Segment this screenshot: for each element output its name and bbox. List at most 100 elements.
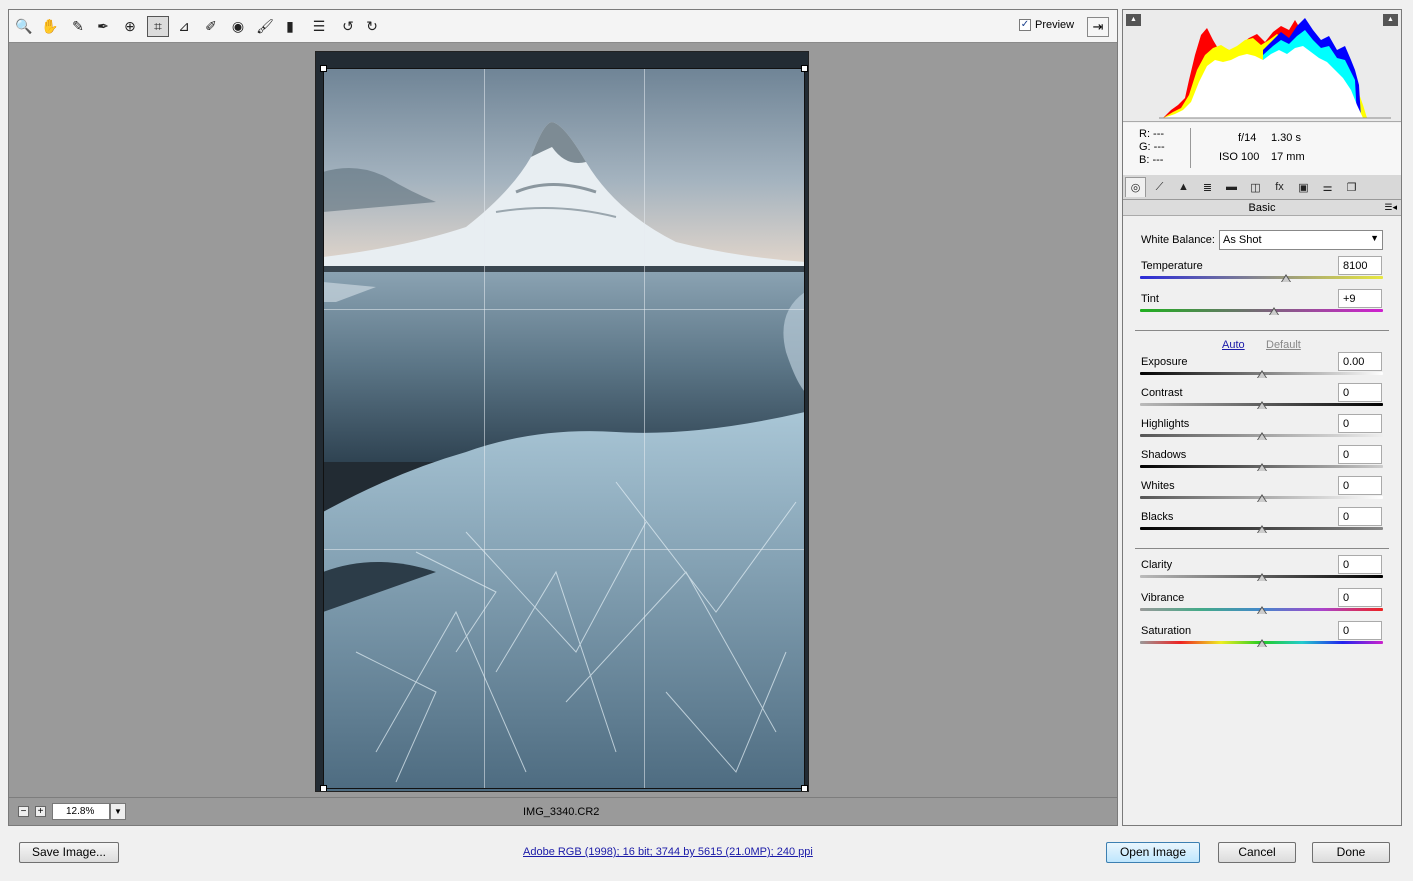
- default-link[interactable]: Default: [1266, 339, 1301, 351]
- camera-calibration-tab-icon[interactable]: ▣: [1293, 177, 1314, 197]
- detail-tab-icon[interactable]: ▲: [1173, 177, 1194, 197]
- blacks-label: Blacks: [1141, 511, 1174, 523]
- snapshots-tab-icon[interactable]: ❐: [1341, 177, 1362, 197]
- open-image-button[interactable]: Open Image: [1106, 842, 1200, 863]
- spot-removal-icon[interactable]: ✐: [200, 16, 222, 37]
- graduated-filter-icon[interactable]: ▮: [279, 16, 301, 37]
- whites-label: Whites: [1141, 480, 1175, 492]
- zoom-out-icon[interactable]: −: [18, 806, 29, 817]
- contrast-value-field[interactable]: 0: [1338, 383, 1382, 402]
- contrast-slider-thumb[interactable]: [1256, 401, 1267, 409]
- blacks-value-field[interactable]: 0: [1338, 507, 1382, 526]
- tint-value-field[interactable]: +9: [1338, 289, 1382, 308]
- exposure-slider-thumb[interactable]: [1256, 370, 1267, 378]
- shadows-value-field[interactable]: 0: [1338, 445, 1382, 464]
- photo-preview[interactable]: [315, 51, 809, 792]
- shutter-value: 1.30 s: [1271, 132, 1301, 144]
- preview-checkbox[interactable]: ✓: [1019, 19, 1031, 31]
- whites-slider-thumb[interactable]: [1256, 494, 1267, 502]
- auto-link[interactable]: Auto: [1222, 339, 1245, 351]
- shadows-label: Shadows: [1141, 449, 1187, 461]
- fullscreen-icon[interactable]: ⇥: [1087, 17, 1109, 37]
- eyedropper-icon[interactable]: ✎: [67, 16, 89, 37]
- preview-label: Preview: [1035, 19, 1075, 31]
- white-balance-label: White Balance:: [1141, 234, 1215, 246]
- whites-value-field[interactable]: 0: [1338, 476, 1382, 495]
- temperature-value-field[interactable]: 8100: [1338, 256, 1382, 275]
- red-eye-icon[interactable]: ◉: [227, 16, 249, 37]
- landscape-photo: [316, 52, 808, 791]
- clarity-label: Clarity: [1141, 559, 1173, 571]
- magnifier-icon[interactable]: 🔍: [13, 16, 35, 37]
- presets-tab-icon[interactable]: ⚌: [1317, 177, 1338, 197]
- hsl-tab-icon[interactable]: ≣: [1197, 177, 1218, 197]
- panel-title: Basic: [1248, 202, 1276, 214]
- divider: [1135, 330, 1389, 331]
- tint-label: Tint: [1141, 293, 1159, 305]
- effects-tab-icon[interactable]: fx: [1269, 177, 1290, 197]
- clarity-value-field[interactable]: 0: [1338, 555, 1382, 574]
- adjustments-panel: ▲ ▲ R: --- G: --- B: --- f/14 1.30 s ISO…: [1122, 9, 1402, 826]
- target-adjust-icon[interactable]: ⊕: [119, 16, 141, 37]
- clarity-slider-thumb[interactable]: [1256, 573, 1267, 581]
- white-balance-value: As Shot: [1223, 234, 1262, 246]
- histogram: ▲ ▲: [1123, 10, 1401, 122]
- aperture-value: f/14: [1238, 132, 1257, 144]
- exposure-value-field[interactable]: 0.00: [1338, 352, 1382, 371]
- exposure-label: Exposure: [1141, 356, 1188, 368]
- preview-toggle[interactable]: ✓ Preview: [1019, 19, 1074, 31]
- vibrance-label: Vibrance: [1141, 592, 1185, 604]
- white-balance-select[interactable]: As Shot ▼: [1219, 230, 1383, 250]
- vibrance-slider-thumb[interactable]: [1256, 606, 1267, 614]
- hand-icon[interactable]: ✋: [39, 16, 61, 37]
- tone-curve-tab-icon[interactable]: ⟋: [1149, 177, 1170, 197]
- zoom-dropdown-icon[interactable]: ▼: [110, 803, 126, 820]
- blue-readout: B: ---: [1139, 154, 1164, 166]
- blacks-slider-thumb[interactable]: [1256, 525, 1267, 533]
- divider: [1135, 548, 1389, 549]
- zoom-in-icon[interactable]: +: [35, 806, 46, 817]
- cancel-button[interactable]: Cancel: [1218, 842, 1296, 863]
- saturation-slider-thumb[interactable]: [1256, 639, 1267, 647]
- brush-icon[interactable]: 🖌: [254, 16, 276, 37]
- workflow-options-link[interactable]: Adobe RGB (1998); 16 bit; 3744 by 5615 (…: [523, 846, 813, 858]
- status-bar: − + 12.8% ▼ IMG_3340.CR2: [9, 797, 1117, 825]
- zoom-level-field[interactable]: 12.8%: [52, 803, 110, 820]
- saturation-label: Saturation: [1141, 625, 1192, 637]
- rotate-cw-icon[interactable]: ↻: [361, 16, 383, 37]
- dropdown-arrow-icon: ▼: [1370, 233, 1379, 243]
- split-toning-tab-icon[interactable]: ▬: [1221, 177, 1242, 197]
- highlights-value-field[interactable]: 0: [1338, 414, 1382, 433]
- straighten-icon[interactable]: ⊿: [173, 16, 195, 37]
- temperature-label: Temperature: [1141, 260, 1203, 272]
- temperature-slider-track[interactable]: [1140, 276, 1383, 279]
- panel-menu-icon[interactable]: ☰◂: [1384, 202, 1397, 213]
- divider: [1190, 128, 1191, 168]
- temperature-slider-thumb[interactable]: [1280, 274, 1291, 282]
- done-button[interactable]: Done: [1312, 842, 1390, 863]
- tool-bar: 🔍 ✋ ✎ ✒ ⊕ ⌗ ⊿ ✐ ◉ 🖌 ▮ ☰ ↺ ↻ ✓ Preview ⇥: [9, 10, 1117, 43]
- saturation-value-field[interactable]: 0: [1338, 621, 1382, 640]
- crop-icon[interactable]: ⌗: [147, 16, 169, 37]
- panel-tab-bar: ◎ ⟋ ▲ ≣ ▬ ◫ fx ▣ ⚌ ❐: [1123, 175, 1401, 200]
- rotate-ccw-icon[interactable]: ↺: [337, 16, 359, 37]
- contrast-label: Contrast: [1141, 387, 1183, 399]
- lens-corrections-tab-icon[interactable]: ◫: [1245, 177, 1266, 197]
- list-icon[interactable]: ☰: [308, 16, 330, 37]
- panel-header: Basic ☰◂: [1123, 200, 1401, 216]
- image-canvas[interactable]: [9, 44, 1117, 797]
- shadows-slider-thumb[interactable]: [1256, 463, 1267, 471]
- save-image-button[interactable]: Save Image...: [19, 842, 119, 863]
- basic-tab-icon[interactable]: ◎: [1125, 177, 1146, 197]
- color-sampler-icon[interactable]: ✒: [92, 16, 114, 37]
- vibrance-value-field[interactable]: 0: [1338, 588, 1382, 607]
- highlights-label: Highlights: [1141, 418, 1190, 430]
- image-workspace: 🔍✋ ✎✒⊕ ⌗⊿✐◉🖌▮ ☰ ↺↻ ✓ Preview ⇥: [8, 9, 1118, 826]
- highlights-slider-thumb[interactable]: [1256, 432, 1267, 440]
- iso-value: ISO 100: [1219, 151, 1260, 163]
- histogram-graph: [1159, 18, 1391, 119]
- red-readout: R: ---: [1139, 128, 1165, 140]
- tint-slider-thumb[interactable]: [1268, 307, 1279, 315]
- focal-length-value: 17 mm: [1271, 151, 1305, 163]
- tint-slider-track[interactable]: [1140, 309, 1383, 312]
